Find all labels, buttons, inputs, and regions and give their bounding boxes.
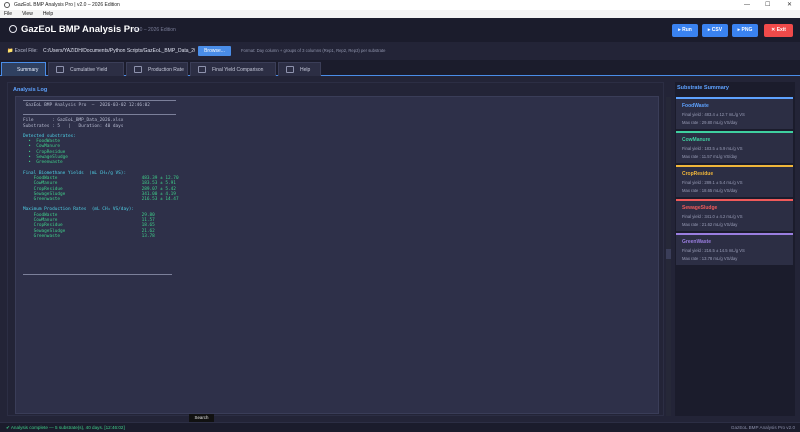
substrate-final-yield: Final yield : 483.4 ± 12.7 mL/g VS xyxy=(682,112,745,117)
substrate-card-cowmanure: CowManure Final yield : 183.5 ± 5.9 mL/g… xyxy=(676,131,793,163)
app-edition: v2.0 – 2026 Edition xyxy=(133,27,176,33)
menu-view[interactable]: View xyxy=(22,10,33,18)
file-path-field[interactable]: C:/Users/YAZIDH/Documents/Python Scripts… xyxy=(40,46,195,56)
png-button[interactable]: ▸ PNG xyxy=(732,24,758,37)
minimize-button[interactable]: — xyxy=(744,0,750,10)
log-final-row: Greenwaste 216.53 ± 14.47 xyxy=(33,197,179,203)
tab-production-rate[interactable]: Production Rate xyxy=(126,62,188,76)
substrate-card-name: CowManure xyxy=(682,137,711,143)
substrate-max-rate: Max rate : 11.57 mL/g VS/day xyxy=(682,154,738,159)
browse-button[interactable]: Browse... xyxy=(198,46,231,56)
status-message: ✔ Analysis complete — 5 substrate(s), 40… xyxy=(6,425,125,430)
substrate-card-name: FoodWaste xyxy=(682,103,709,109)
maximize-button[interactable]: ☐ xyxy=(765,0,770,10)
substrate-card-name: GreenWaste xyxy=(682,239,711,245)
tab-final-yield-comparison-label: Final Yield Comparison xyxy=(212,67,264,73)
format-hint: Format: Day column + groups of 3 columns… xyxy=(241,48,386,53)
log-detected-item: • Greenwaste xyxy=(23,160,63,166)
menu-help[interactable]: Help xyxy=(43,10,53,18)
log-rate-row: Greenwaste 13.78 xyxy=(33,233,155,239)
run-button[interactable]: ▸ Run xyxy=(672,24,698,37)
chart-icon xyxy=(134,66,142,73)
app-header: GazEoL BMP Analysis Pro v2.0 – 2026 Edit… xyxy=(0,18,800,42)
help-icon xyxy=(286,66,294,73)
tab-production-rate-label: Production Rate xyxy=(148,67,184,73)
tab-summary-label: Summary xyxy=(17,67,39,73)
file-bar: 📁 Excel File: C:/Users/YAZIDH/Documents/… xyxy=(0,42,800,59)
csv-button[interactable]: ▸ CSV xyxy=(702,24,728,37)
substrate-summary-panel: Substrate Summary FoodWaste Final yield … xyxy=(675,82,795,416)
substrate-max-rate: Max rate : 29.80 mL/g VS/day xyxy=(682,120,738,125)
substrate-final-yield: Final yield : 183.5 ± 5.9 mL/g VS xyxy=(682,146,743,151)
substrate-card-name: SewageSludge xyxy=(682,205,718,211)
tab-summary[interactable]: Summary xyxy=(1,62,46,76)
substrate-card-cropresidue: CropResidue Final yield : 289.1 ± 5.4 mL… xyxy=(676,165,793,197)
app-icon xyxy=(4,2,10,8)
close-window-button[interactable]: ✕ xyxy=(787,0,792,10)
log-separator-top xyxy=(23,100,176,101)
status-bar: ✔ Analysis complete — 5 substrate(s), 40… xyxy=(0,422,800,432)
tab-cumulative-yield[interactable]: Cumulative Yield xyxy=(48,62,124,76)
excel-file-label: 📁 Excel File: xyxy=(7,48,38,54)
window-title: GazEoL BMP Analysis Pro | v2.0 – 2026 Ed… xyxy=(14,2,120,8)
substrate-final-yield: Final yield : 289.1 ± 5.4 mL/g VS xyxy=(682,180,743,185)
scrollbar-thumb[interactable] xyxy=(666,249,671,259)
substrate-final-yield: Final yield : 216.5 ± 14.5 mL/g VS xyxy=(682,248,745,253)
status-version: GazEoL BMP Analysis Pro v2.0 xyxy=(730,425,795,430)
tab-help-label: Help xyxy=(300,67,311,73)
chart-icon xyxy=(56,66,64,73)
tab-help[interactable]: Help xyxy=(278,62,321,76)
substrate-max-rate: Max rate : 13.78 mL/g VS/day xyxy=(682,256,738,261)
analysis-log-panel: Analysis Log GazEoL BMP Analysis Pro — 2… xyxy=(7,82,664,416)
search-tooltip: Search xyxy=(189,414,214,422)
log-scrollbar[interactable] xyxy=(666,97,671,416)
substrate-card-name: CropResidue xyxy=(682,171,714,177)
menu-bar: File View Help xyxy=(0,10,800,18)
log-substrates-line: Substrates : 5 | Duration: 40 days xyxy=(23,123,124,129)
analysis-log-text[interactable]: GazEoL BMP Analysis Pro — 2026-03-02 12:… xyxy=(15,96,659,414)
analysis-log-title: Analysis Log xyxy=(13,87,48,93)
chart-icon xyxy=(198,66,206,73)
tab-cumulative-yield-label: Cumulative Yield xyxy=(70,67,108,73)
menu-file[interactable]: File xyxy=(4,10,12,18)
logo-icon xyxy=(9,25,17,33)
substrate-card-sewagesludge: SewageSludge Final yield : 341.0 ± 4.2 m… xyxy=(676,199,793,231)
log-separator-bottom xyxy=(23,274,172,275)
substrate-summary-title: Substrate Summary xyxy=(677,85,729,91)
app-title: GazEoL BMP Analysis Pro xyxy=(21,24,140,35)
substrate-max-rate: Max rate : 18.65 mL/g VS/day xyxy=(682,188,738,193)
exit-button[interactable]: ✕ Exit xyxy=(764,24,793,37)
substrate-card-greenwaste: GreenWaste Final yield : 216.5 ± 14.5 mL… xyxy=(676,233,793,265)
log-header-line: GazEoL BMP Analysis Pro — 2026-03-02 12:… xyxy=(25,103,150,108)
substrate-final-yield: Final yield : 341.0 ± 4.2 mL/g VS xyxy=(682,214,743,219)
log-separator xyxy=(23,114,176,115)
tab-final-yield-comparison[interactable]: Final Yield Comparison xyxy=(190,62,276,76)
substrate-max-rate: Max rate : 21.62 mL/g VS/day xyxy=(682,222,738,227)
tab-bar: Summary Cumulative Yield Production Rate… xyxy=(0,60,800,76)
substrate-card-foodwaste: FoodWaste Final yield : 483.4 ± 12.7 mL/… xyxy=(676,97,793,129)
window-titlebar: GazEoL BMP Analysis Pro | v2.0 – 2026 Ed… xyxy=(0,0,800,10)
